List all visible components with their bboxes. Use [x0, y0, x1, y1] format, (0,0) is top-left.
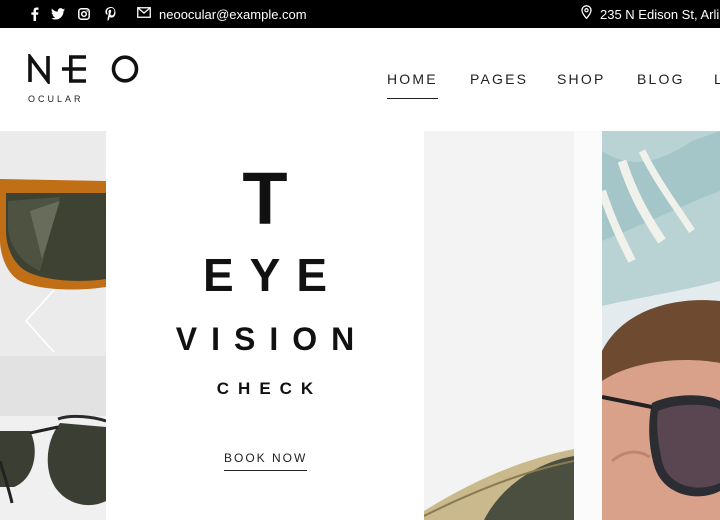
nav-home[interactable]: HOME	[387, 71, 438, 99]
twitter-icon[interactable]	[50, 0, 66, 28]
hero-image-aviators	[424, 131, 602, 520]
facebook-icon[interactable]	[26, 0, 42, 28]
nav-more[interactable]: L	[714, 71, 720, 87]
address-text: 235 N Edison St, Arlin	[600, 6, 720, 22]
logo-subtitle: OCULAR	[28, 94, 84, 104]
eye-chart-line-2: EYE	[202, 249, 344, 301]
pinterest-icon[interactable]	[102, 0, 118, 28]
map-pin-icon	[581, 4, 592, 24]
chevron-left-icon[interactable]	[20, 286, 60, 356]
email-contact[interactable]: neoocular@example.com	[137, 0, 307, 28]
site-header: OCULAR HOME PAGES SHOP BLOG L	[0, 28, 720, 131]
logo-wordmark	[28, 54, 139, 84]
eye-chart-line-1: T	[242, 157, 288, 240]
hero-slider: T EYE VISION CHECK BOOK NOW	[0, 131, 720, 520]
address-contact: 235 N Edison St, Arlin	[581, 0, 720, 28]
hero-text-panel: T EYE VISION CHECK BOOK NOW	[106, 131, 424, 520]
hero-image-model	[602, 131, 720, 520]
nav-blog[interactable]: BLOG	[637, 71, 685, 87]
envelope-icon	[137, 5, 151, 23]
instagram-icon[interactable]	[76, 0, 92, 28]
eye-chart-line-4: CHECK	[216, 379, 323, 398]
eye-chart-line-3: VISION	[175, 321, 369, 357]
email-text: neoocular@example.com	[159, 6, 307, 22]
nav-shop[interactable]: SHOP	[557, 71, 605, 87]
nav-pages[interactable]: PAGES	[470, 71, 528, 87]
book-now-button[interactable]: BOOK NOW	[224, 451, 308, 471]
top-bar: neoocular@example.com 235 N Edison St, A…	[0, 0, 720, 28]
